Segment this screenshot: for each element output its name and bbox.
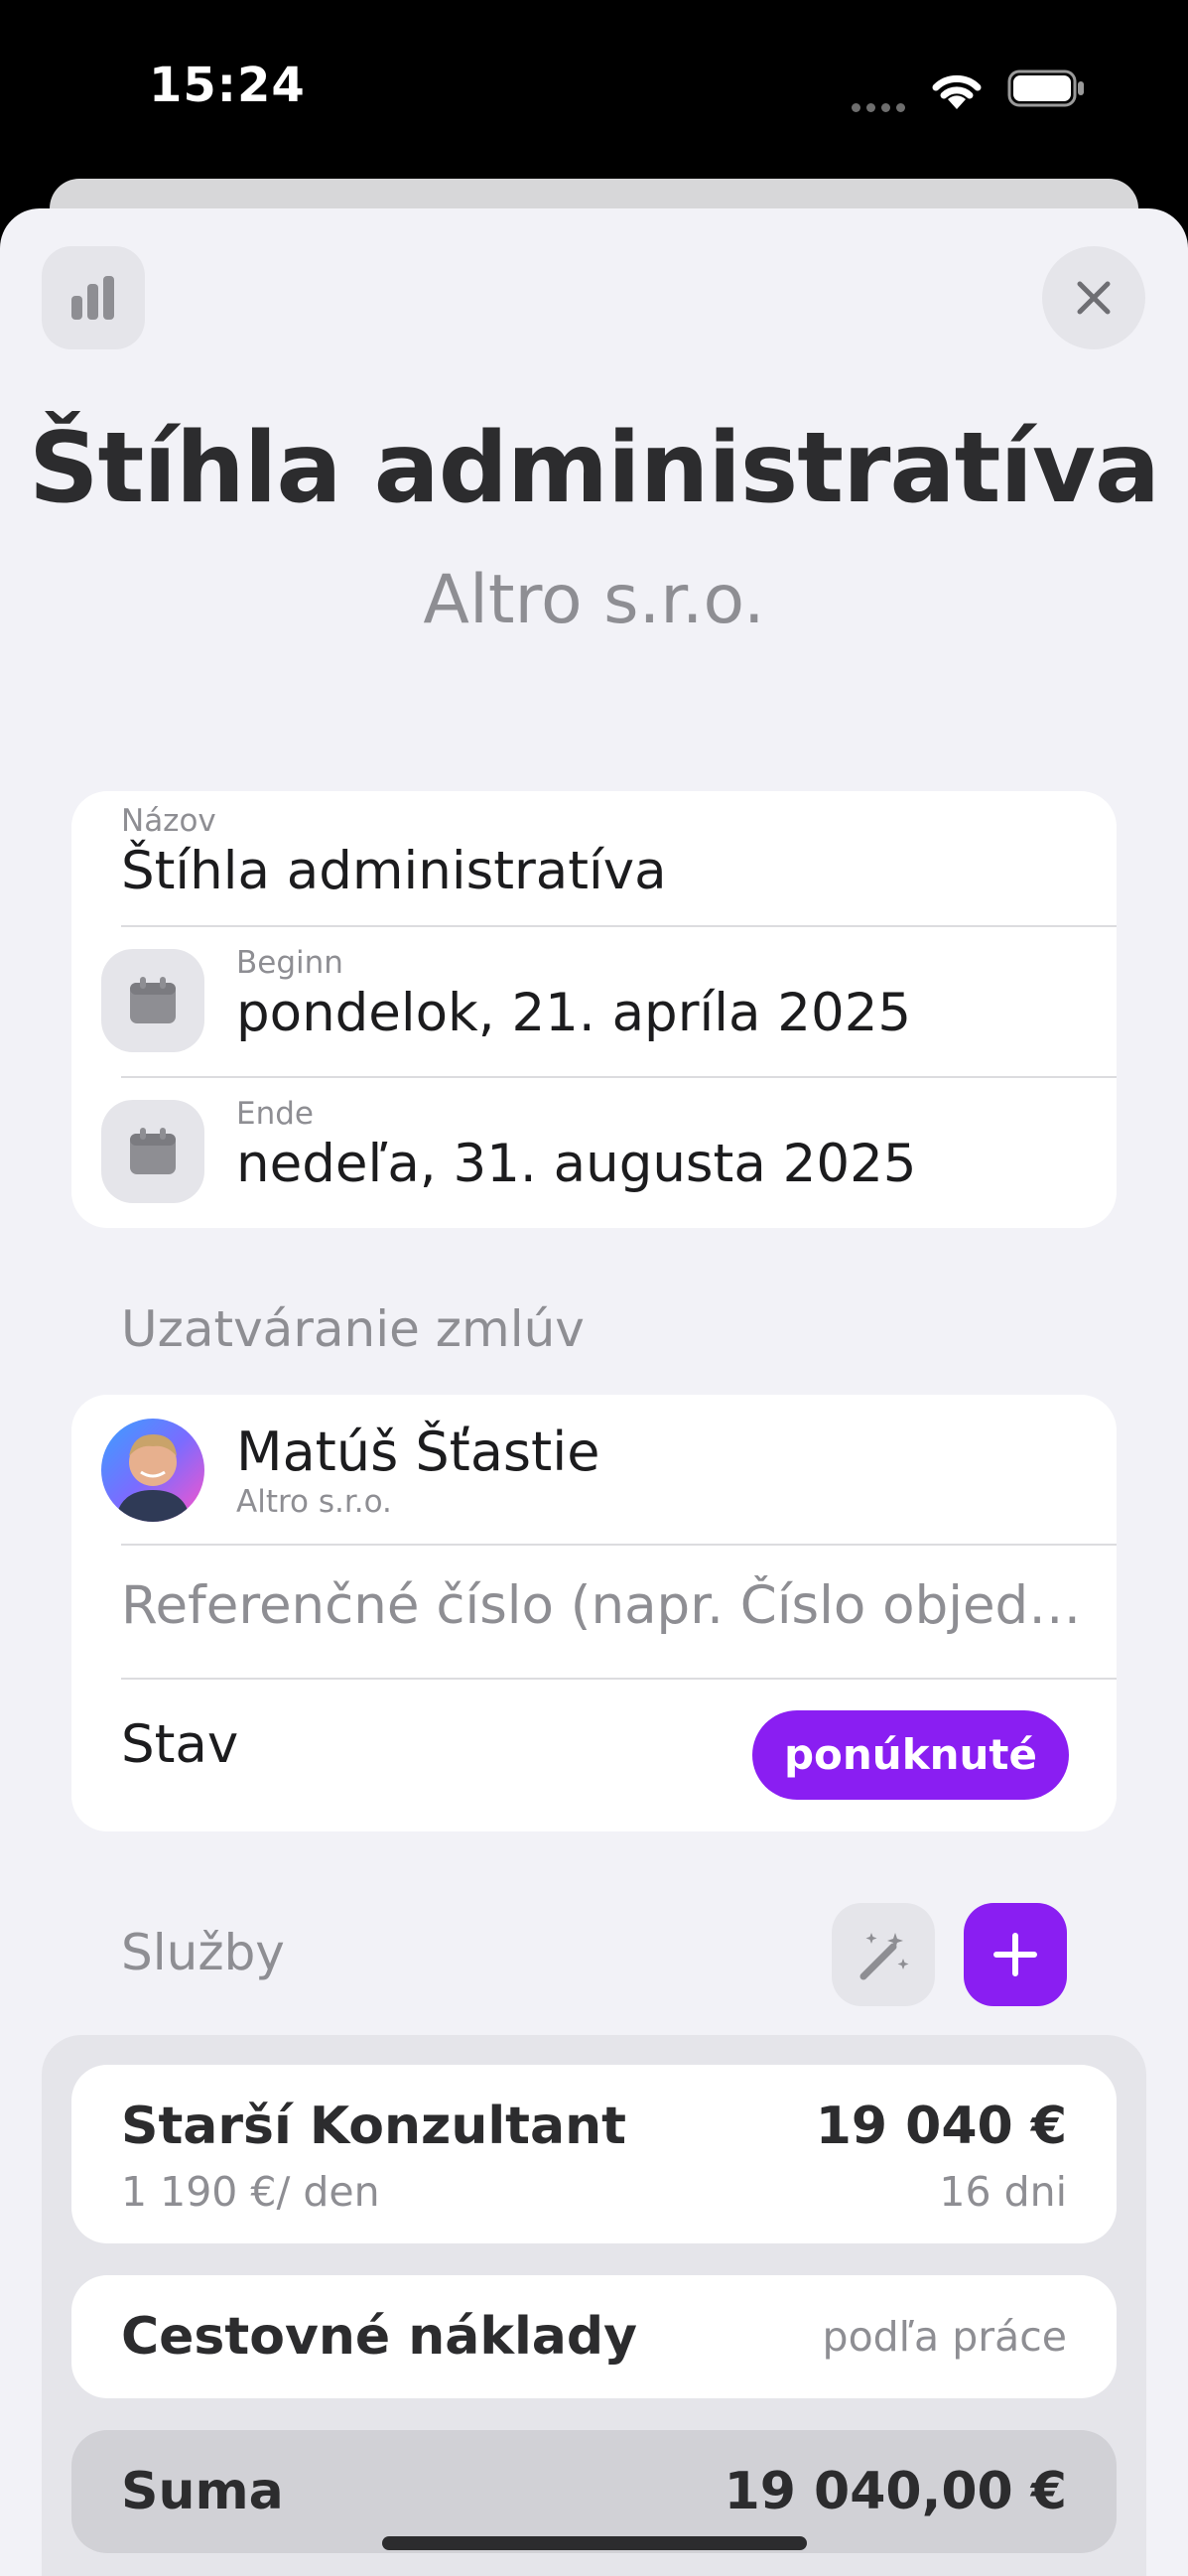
services-header: Služby bbox=[121, 1924, 285, 1981]
name-field-value: Štíhla administratíva bbox=[121, 841, 667, 901]
close-icon bbox=[1077, 281, 1111, 315]
divider bbox=[121, 1544, 1117, 1546]
services-list: Starší Konzultant 1 190 €/ den 19 040 € … bbox=[42, 2035, 1146, 2576]
plus-icon bbox=[993, 1933, 1037, 1976]
contracting-header: Uzatváranie zmlúv bbox=[121, 1300, 585, 1358]
service-rate: 1 190 €/ den bbox=[121, 2168, 380, 2216]
magic-wand-button[interactable] bbox=[832, 1903, 935, 2006]
sum-value: 19 040,00 € bbox=[724, 2462, 1067, 2521]
name-field[interactable]: Názov Štíhla administratíva bbox=[71, 791, 1117, 925]
contracting-group: Matúš Šťastie Altro s.r.o. Referenčné čí… bbox=[71, 1395, 1117, 1831]
service-total: 19 040 € bbox=[815, 2097, 1067, 2156]
reference-number-input[interactable]: Referenčné číslo (napr. Číslo objednávky… bbox=[121, 1575, 1114, 1636]
service-name: Starší Konzultant bbox=[121, 2097, 626, 2156]
divider bbox=[121, 1678, 1117, 1680]
calendar-icon bbox=[101, 1100, 204, 1203]
service-duration: 16 dni bbox=[939, 2168, 1067, 2216]
calendar-icon bbox=[101, 949, 204, 1052]
sum-row: Suma 19 040,00 € bbox=[71, 2430, 1117, 2553]
magic-wand-icon bbox=[859, 1933, 909, 1980]
add-service-button[interactable] bbox=[964, 1903, 1067, 2006]
close-button[interactable] bbox=[1042, 246, 1145, 349]
contact-company: Altro s.r.o. bbox=[236, 1484, 392, 1520]
status-time: 15:24 bbox=[149, 58, 306, 113]
status-label: Stav bbox=[121, 1714, 239, 1775]
begin-date-label: Beginn bbox=[236, 945, 343, 981]
contact-row[interactable]: Matúš Šťastie Altro s.r.o. bbox=[71, 1395, 1117, 1544]
offer-sheet: Štíhla administratíva Altro s.r.o. Názov… bbox=[0, 208, 1188, 2576]
begin-date-value: pondelok, 21. apríla 2025 bbox=[236, 983, 912, 1043]
end-date-value: nedeľa, 31. augusta 2025 bbox=[236, 1134, 917, 1194]
service-note: podľa práce bbox=[822, 2313, 1067, 2361]
page-title: Štíhla administratíva bbox=[28, 412, 1160, 525]
wifi-icon bbox=[932, 74, 982, 109]
sum-label: Suma bbox=[121, 2462, 284, 2521]
bar-chart-icon bbox=[71, 276, 114, 320]
service-item[interactable]: Starší Konzultant 1 190 €/ den 19 040 € … bbox=[71, 2065, 1117, 2243]
name-field-label: Názov bbox=[121, 803, 216, 839]
statistics-button[interactable] bbox=[42, 246, 145, 349]
begin-date-field[interactable]: Beginn pondelok, 21. apríla 2025 bbox=[71, 927, 1117, 1076]
status-badge[interactable]: ponúknuté bbox=[751, 1710, 1069, 1800]
end-date-label: Ende bbox=[236, 1096, 314, 1132]
avatar bbox=[101, 1419, 204, 1522]
page-subtitle: Altro s.r.o. bbox=[423, 561, 765, 639]
home-indicator[interactable] bbox=[382, 2536, 807, 2550]
status-bar: 15:24 bbox=[0, 0, 1188, 179]
service-item[interactable]: Cestovné náklady podľa práce bbox=[71, 2275, 1117, 2398]
service-name: Cestovné náklady bbox=[121, 2307, 637, 2367]
details-group: Názov Štíhla administratíva Beginn ponde… bbox=[71, 791, 1117, 1228]
signal-dots-icon bbox=[852, 97, 913, 112]
battery-icon bbox=[1007, 69, 1084, 107]
contact-name: Matúš Šťastie bbox=[236, 1421, 600, 1483]
end-date-field[interactable]: Ende nedeľa, 31. augusta 2025 bbox=[71, 1078, 1117, 1227]
